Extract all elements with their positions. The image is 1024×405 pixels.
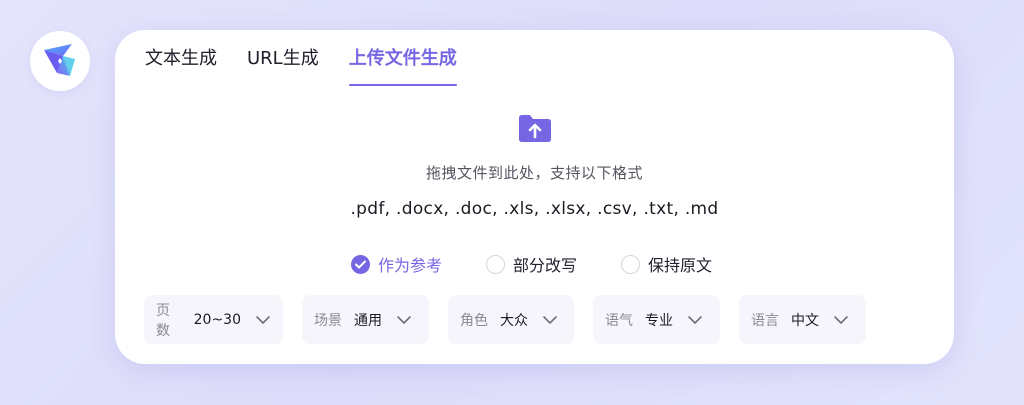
supported-formats: .pdf, .docx, .doc, .xls, .xlsx, .csv, .t…: [350, 199, 719, 219]
language-select[interactable]: 语言 中文: [739, 295, 866, 344]
scene-select[interactable]: 场景 通用: [302, 295, 429, 344]
chevron-down-icon: [833, 315, 849, 325]
folder-upload-icon[interactable]: [115, 112, 954, 144]
select-label: 语气: [605, 312, 633, 329]
select-value: 大众: [500, 312, 528, 329]
mode-options: 作为参考 部分改写 保持原文: [351, 252, 712, 276]
tab-text-generate[interactable]: 文本生成: [145, 44, 217, 86]
option-keep-original[interactable]: 保持原文: [621, 252, 712, 276]
select-label: 语言: [751, 312, 779, 329]
select-label: 场景: [314, 312, 342, 329]
select-label: 角色: [460, 312, 488, 329]
select-value: 专业: [645, 312, 673, 329]
chevron-down-icon: [687, 315, 703, 325]
tone-select[interactable]: 语气 专业: [593, 295, 720, 344]
select-value: 中文: [791, 312, 819, 329]
role-select[interactable]: 角色 大众: [448, 295, 574, 344]
option-label: 部分改写: [513, 256, 578, 275]
pages-select[interactable]: 页数 20~30: [144, 295, 283, 344]
unchecked-radio-icon[interactable]: [621, 254, 641, 274]
chevron-down-icon: [396, 315, 412, 325]
generation-card: 文本生成 URL生成 上传文件生成 拖拽文件到此处，支持以下格式 .pdf, .…: [115, 30, 954, 364]
select-value: 20~30: [193, 311, 241, 328]
unchecked-radio-icon[interactable]: [486, 254, 506, 274]
logo-icon: [44, 44, 75, 76]
upload-hint: 拖拽文件到此处，支持以下格式: [425, 164, 643, 182]
checked-radio-icon[interactable]: [351, 254, 370, 274]
option-label: 保持原文: [648, 256, 713, 275]
select-value: 通用: [354, 312, 382, 329]
option-label: 作为参考: [378, 256, 443, 275]
chevron-down-icon: [542, 315, 558, 325]
select-label: 页数: [156, 302, 170, 339]
tab-bar: 文本生成 URL生成 上传文件生成: [145, 44, 457, 86]
option-partial-rewrite[interactable]: 部分改写: [486, 252, 577, 276]
app-logo: [30, 31, 90, 91]
tab-upload-file-generate[interactable]: 上传文件生成: [348, 44, 457, 86]
settings-selects: 页数 20~30 场景 通用 角色 大众 语气 专业 语言 中文: [144, 295, 866, 344]
upload-dropzone[interactable]: 拖拽文件到此处，支持以下格式 .pdf, .docx, .doc, .xls, …: [115, 112, 954, 219]
option-as-reference[interactable]: 作为参考: [351, 252, 442, 276]
tab-url-generate[interactable]: URL生成: [247, 44, 319, 86]
chevron-down-icon: [255, 315, 271, 325]
